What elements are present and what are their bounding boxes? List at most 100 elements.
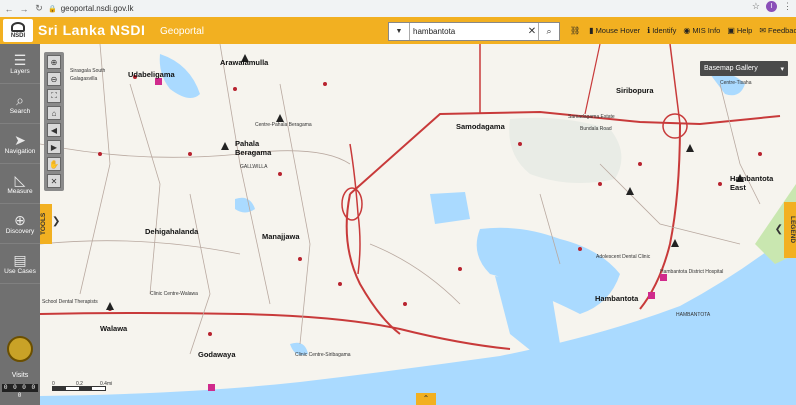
navigation-icon: ➤ — [14, 132, 26, 148]
roundabout — [662, 113, 688, 139]
search-type-dropdown[interactable]: ▼ — [389, 23, 410, 40]
reload-icon[interactable]: ↻ — [33, 3, 45, 14]
map-label: Samodagama — [456, 122, 505, 131]
sidebar-item-label: Use Cases — [4, 268, 36, 275]
zoom-in-icon[interactable]: ⊕ — [47, 55, 61, 69]
mouse-hover-tool[interactable]: ▮ Mouse Hover — [589, 26, 640, 35]
zoom-out-icon[interactable]: ⊖ — [47, 72, 61, 86]
pond-west — [235, 197, 255, 213]
sidebar-item-label: Search — [9, 108, 31, 115]
use-cases-icon: ▤ — [13, 252, 27, 268]
previous-extent-icon[interactable]: ◀ — [47, 123, 61, 137]
map-label: Sirasgala South — [70, 68, 106, 74]
search-icon[interactable]: ⌕ — [538, 23, 559, 40]
legend-tab[interactable]: LEGEND — [784, 202, 796, 258]
next-extent-icon[interactable]: ▶ — [47, 140, 61, 154]
sidebar-item-navigation[interactable]: ➤ Navigation — [0, 124, 40, 164]
map-label: Pahala Beragama — [235, 139, 272, 157]
sidebar-item-label: Layers — [10, 68, 30, 75]
app-header: NSDI Sri Lanka NSDI Geoportal ▼ ✕ ⌕ ⛓ ▮M… — [0, 17, 796, 44]
basemap-gallery-button[interactable]: Basemap Gallery ▾ — [700, 61, 788, 76]
reservoir-north — [430, 192, 470, 224]
layers-icon: ☰ — [13, 52, 27, 68]
chevron-right-icon[interactable]: ❯ — [52, 216, 60, 227]
header-toolbar: ⛓ ▮ Mouse Hover ℹ Identify ◉ MIS Info ▣ Help… — [570, 26, 796, 35]
chevron-left-icon[interactable]: ❮ — [775, 224, 783, 235]
map-label: Dehigahalanda — [145, 227, 199, 236]
browser-menu-icon[interactable]: ⋮ — [783, 1, 792, 12]
sidebar-item-use-cases[interactable]: ▤ Use Cases — [0, 244, 40, 284]
mouse-hover-icon: ▮ — [589, 26, 594, 35]
scale-bar: 0 0.2 0.4mi — [52, 381, 112, 391]
full-extent-icon[interactable]: ⛶ — [47, 89, 61, 103]
search-icon: ⌕ — [16, 92, 24, 108]
logo-mark-icon — [11, 22, 25, 32]
feedback-label: Feedback — [768, 26, 796, 35]
mouse-hover-label: Mouse Hover — [595, 26, 641, 35]
search-box: ▼ ✕ ⌕ — [388, 22, 560, 41]
help-label: Help — [736, 26, 753, 35]
address-bar[interactable]: 🔒 geoportal.nsdi.gov.lk — [48, 2, 748, 15]
clear-search-icon[interactable]: ✕ — [526, 26, 538, 37]
map-label: Arawalamulla — [220, 58, 269, 67]
map-label: HAMBANTOTA — [676, 312, 711, 318]
map-label: Hambantota — [595, 294, 639, 303]
map-label: School Dental Therapists — [42, 299, 98, 305]
home-icon[interactable]: ⌂ — [47, 106, 61, 120]
sidebar-item-layers[interactable]: ☰ Layers — [0, 44, 40, 84]
avatar[interactable]: I — [766, 1, 777, 12]
search-input[interactable] — [410, 24, 526, 39]
back-icon[interactable]: ← — [3, 4, 15, 14]
scale-label: 0 — [52, 381, 55, 387]
link-icon: ⛓ — [570, 26, 581, 35]
sidebar-item-discovery[interactable]: ⊕ Discovery — [0, 204, 40, 244]
pan-hand-icon[interactable]: ✋ — [47, 157, 61, 171]
port-basin — [495, 276, 560, 354]
mis-info-tool[interactable]: ◉ MIS Info — [683, 26, 720, 35]
help-tool[interactable]: ▣ Help — [727, 26, 752, 35]
map-label: GALLWILLA — [240, 164, 268, 170]
close-tools-icon[interactable]: ✕ — [47, 174, 61, 188]
link-tool[interactable]: ⛓ — [570, 26, 582, 35]
measure-icon: ◺ — [14, 172, 26, 188]
discovery-icon: ⊕ — [14, 212, 26, 228]
browser-bar: ← → ↻ 🔒 geoportal.nsdi.gov.lk ☆ I ⋮ — [0, 0, 796, 18]
identify-icon: ℹ — [647, 26, 651, 35]
road-north — [669, 44, 681, 125]
bookmark-star-icon[interactable]: ☆ — [752, 1, 760, 12]
visits-counter: 0 0 0 0 0 — [2, 384, 38, 399]
feedback-icon: ✉ — [759, 26, 767, 35]
help-icon: ▣ — [727, 26, 735, 35]
scale-label: 0.2 — [76, 381, 83, 387]
identify-tool[interactable]: ℹ Identify — [647, 26, 676, 35]
app-title: Sri Lanka NSDI — [38, 22, 146, 38]
visits-label: Visits — [11, 372, 29, 379]
url-text[interactable]: geoportal.nsdi.gov.lk — [61, 4, 134, 13]
sidebar-item-search[interactable]: ⌕ Search — [0, 84, 40, 124]
chevron-down-icon: ▾ — [780, 65, 784, 73]
map-label: Walawa — [100, 324, 128, 333]
map-label: Godawaya — [198, 350, 236, 359]
map-label: Siribopura — [616, 86, 654, 95]
sidebar-item-label: Discovery — [5, 228, 35, 235]
map-label: Hambantota District Hospital — [660, 269, 724, 275]
map-tools-panel: ⊕ ⊖ ⛶ ⌂ ◀ ▶ ✋ ✕ — [44, 52, 64, 191]
road-interchange — [349, 143, 361, 275]
nsdi-logo[interactable]: NSDI — [3, 19, 33, 42]
map-label: Hambantota East — [730, 174, 774, 192]
forward-icon[interactable]: → — [18, 4, 30, 14]
mis-info-icon: ◉ — [683, 26, 691, 35]
map-label: Manajjawa — [262, 232, 300, 241]
map-canvas[interactable]: Udabeligama Arawalamulla Pahala Beragama… — [40, 44, 796, 405]
chevron-up-icon[interactable]: ⌃ — [416, 393, 436, 405]
sidebar-item-measure[interactable]: ◺ Measure — [0, 164, 40, 204]
road-hambantota — [639, 123, 681, 310]
tools-tab[interactable]: TOOLS — [40, 204, 52, 244]
map-graphics — [40, 44, 796, 405]
app-subtitle: Geoportal — [160, 26, 204, 37]
map-label: Bundala Road — [580, 126, 612, 132]
mis-info-label: MIS Info — [692, 26, 721, 35]
feedback-tool[interactable]: ✉Feedback — [759, 26, 796, 35]
identify-label: Identify — [652, 26, 677, 35]
map-label: Centre-Tisaha — [720, 80, 752, 86]
